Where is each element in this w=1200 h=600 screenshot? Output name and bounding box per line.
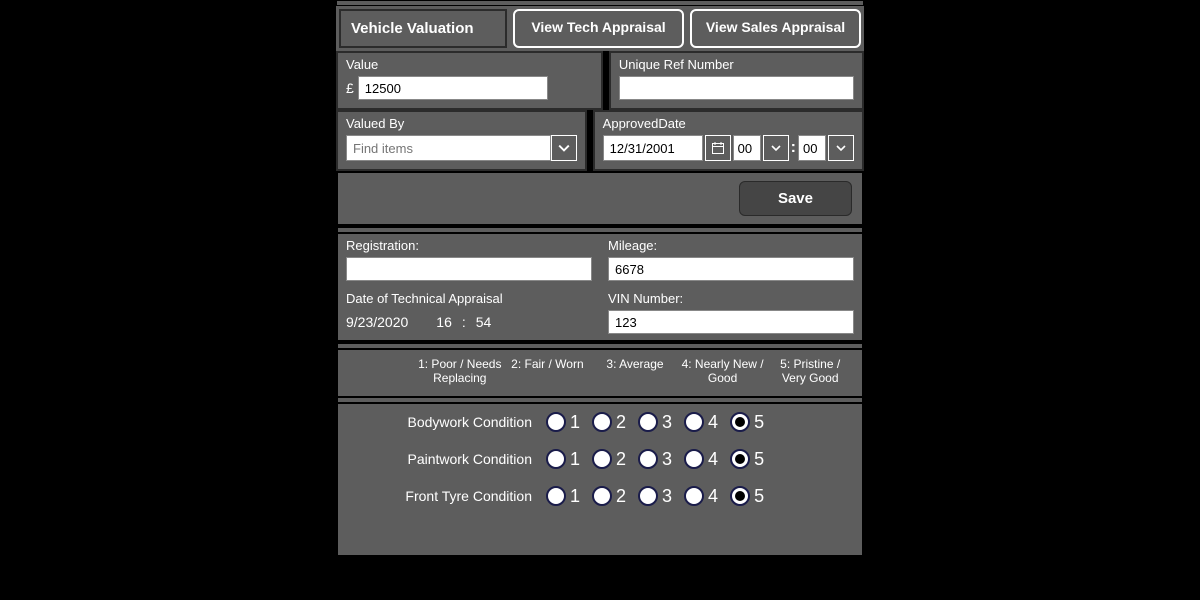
- approved-hour-input[interactable]: [733, 135, 761, 161]
- view-tech-appraisal-button[interactable]: View Tech Appraisal: [513, 9, 684, 48]
- rating-number: 4: [708, 412, 718, 433]
- rating-radio[interactable]: [592, 412, 612, 432]
- save-button[interactable]: Save: [739, 181, 852, 216]
- currency-symbol: £: [346, 80, 354, 96]
- form-scroll-area[interactable]: Vehicle Valuation View Tech Appraisal Vi…: [336, 0, 864, 600]
- rating-radio[interactable]: [638, 412, 658, 432]
- approved-date-input[interactable]: [603, 135, 703, 161]
- rating-label: Front Tyre Condition: [346, 488, 546, 504]
- valued-by-label: Valued By: [346, 116, 577, 131]
- rating-radio[interactable]: [592, 486, 612, 506]
- rating-radio[interactable]: [684, 412, 704, 432]
- rating-radio[interactable]: [730, 412, 750, 432]
- rating-label: Bodywork Condition: [346, 414, 546, 430]
- registration-label: Registration:: [346, 238, 592, 253]
- tech-min-value: 54: [476, 314, 492, 330]
- rating-number: 2: [616, 449, 626, 470]
- rating-row: Front Tyre Condition 1 2 3 4 5: [336, 478, 864, 515]
- approved-date-label: ApprovedDate: [603, 116, 854, 131]
- rating-number: 3: [662, 486, 672, 507]
- rating-number: 4: [708, 486, 718, 507]
- tech-date-label: Date of Technical Appraisal: [346, 291, 592, 306]
- rating-number: 5: [754, 412, 764, 433]
- rating-number: 5: [754, 449, 764, 470]
- rating-radio[interactable]: [592, 449, 612, 469]
- rating-radio[interactable]: [730, 449, 750, 469]
- minute-dropdown-icon[interactable]: [828, 135, 854, 161]
- rating-radio[interactable]: [546, 486, 566, 506]
- hour-dropdown-icon[interactable]: [763, 135, 789, 161]
- rating-radio[interactable]: [638, 486, 658, 506]
- valued-by-dropdown-icon[interactable]: [551, 135, 577, 161]
- rating-radio[interactable]: [546, 449, 566, 469]
- rating-number: 2: [616, 486, 626, 507]
- vin-label: VIN Number:: [608, 291, 854, 306]
- ref-input[interactable]: [619, 76, 854, 100]
- registration-input[interactable]: [346, 257, 592, 281]
- value-input[interactable]: [358, 76, 548, 100]
- rating-row: Bodywork Condition 1 2 3 4 5: [336, 404, 864, 441]
- rating-legend: 1: Poor / Needs Replacing 2: Fair / Worn…: [336, 350, 864, 396]
- rating-radio[interactable]: [638, 449, 658, 469]
- rating-number: 4: [708, 449, 718, 470]
- rating-radio[interactable]: [546, 412, 566, 432]
- valued-by-input[interactable]: [346, 135, 551, 161]
- rating-radio[interactable]: [730, 486, 750, 506]
- mileage-label: Mileage:: [608, 238, 854, 253]
- vin-input[interactable]: [608, 310, 854, 334]
- rating-row: Paintwork Condition 1 2 3 4 5: [336, 441, 864, 478]
- rating-label: Paintwork Condition: [346, 451, 546, 467]
- tech-hour-value: 16: [436, 314, 452, 330]
- ref-label: Unique Ref Number: [619, 57, 854, 72]
- rating-number: 1: [570, 412, 580, 433]
- rating-number: 2: [616, 412, 626, 433]
- approved-min-input[interactable]: [798, 135, 826, 161]
- rating-number: 5: [754, 486, 764, 507]
- view-sales-appraisal-button[interactable]: View Sales Appraisal: [690, 9, 861, 48]
- value-label: Value: [346, 57, 593, 72]
- rating-number: 3: [662, 449, 672, 470]
- rating-number: 1: [570, 449, 580, 470]
- rating-number: 1: [570, 486, 580, 507]
- rating-radio[interactable]: [684, 486, 704, 506]
- rating-number: 3: [662, 412, 672, 433]
- tech-date-value: 9/23/2020: [346, 314, 408, 330]
- page-title: Vehicle Valuation: [339, 9, 507, 48]
- calendar-icon[interactable]: [705, 135, 731, 161]
- mileage-input[interactable]: [608, 257, 854, 281]
- rating-radio[interactable]: [684, 449, 704, 469]
